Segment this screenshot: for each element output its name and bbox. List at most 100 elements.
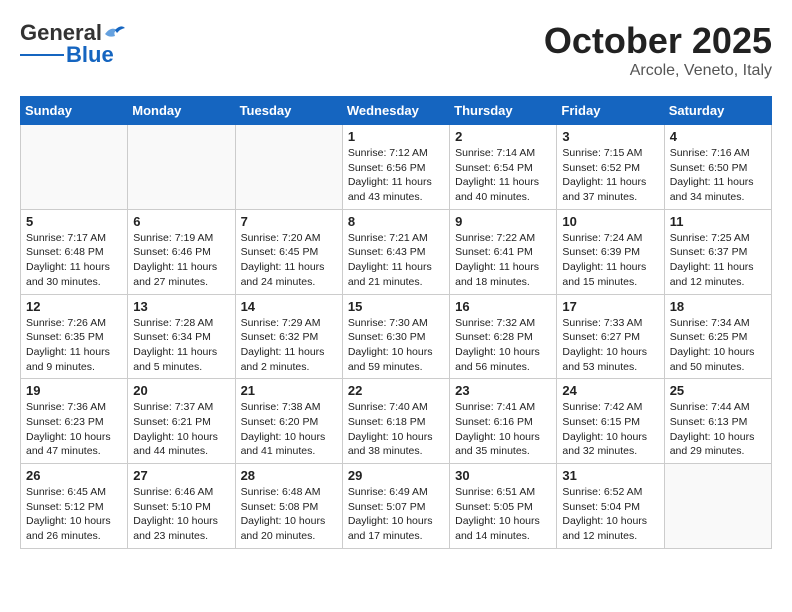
calendar-header-row: SundayMondayTuesdayWednesdayThursdayFrid… xyxy=(21,97,772,125)
calendar-cell: 20 Sunrise: 7:37 AM Sunset: 6:21 PM Dayli… xyxy=(128,379,235,464)
day-number: 20 xyxy=(133,383,229,398)
day-info: Sunrise: 7:16 AM Sunset: 6:50 PM Dayligh… xyxy=(670,146,766,205)
day-number: 27 xyxy=(133,468,229,483)
day-info: Sunrise: 7:12 AM Sunset: 6:56 PM Dayligh… xyxy=(348,146,444,205)
calendar-cell: 12 Sunrise: 7:26 AM Sunset: 6:35 PM Dayli… xyxy=(21,294,128,379)
calendar-cell: 29 Sunrise: 6:49 AM Sunset: 5:07 PM Dayli… xyxy=(342,464,449,549)
month-title: October 2025 xyxy=(544,20,772,62)
day-info: Sunrise: 7:14 AM Sunset: 6:54 PM Dayligh… xyxy=(455,146,551,205)
calendar-cell: 13 Sunrise: 7:28 AM Sunset: 6:34 PM Dayli… xyxy=(128,294,235,379)
day-info: Sunrise: 7:40 AM Sunset: 6:18 PM Dayligh… xyxy=(348,400,444,459)
calendar-cell xyxy=(664,464,771,549)
day-number: 19 xyxy=(26,383,122,398)
day-info: Sunrise: 6:48 AM Sunset: 5:08 PM Dayligh… xyxy=(241,485,337,544)
day-number: 18 xyxy=(670,299,766,314)
day-info: Sunrise: 7:28 AM Sunset: 6:34 PM Dayligh… xyxy=(133,316,229,375)
day-info: Sunrise: 7:20 AM Sunset: 6:45 PM Dayligh… xyxy=(241,231,337,290)
day-info: Sunrise: 7:17 AM Sunset: 6:48 PM Dayligh… xyxy=(26,231,122,290)
calendar-week-row: 12 Sunrise: 7:26 AM Sunset: 6:35 PM Dayli… xyxy=(21,294,772,379)
logo: General Blue xyxy=(20,20,126,68)
calendar-cell: 17 Sunrise: 7:33 AM Sunset: 6:27 PM Dayli… xyxy=(557,294,664,379)
calendar-cell: 22 Sunrise: 7:40 AM Sunset: 6:18 PM Dayli… xyxy=(342,379,449,464)
day-number: 17 xyxy=(562,299,658,314)
day-info: Sunrise: 7:19 AM Sunset: 6:46 PM Dayligh… xyxy=(133,231,229,290)
calendar-cell: 6 Sunrise: 7:19 AM Sunset: 6:46 PM Daylig… xyxy=(128,209,235,294)
calendar-week-row: 1 Sunrise: 7:12 AM Sunset: 6:56 PM Daylig… xyxy=(21,125,772,210)
calendar-cell: 15Sunrise: 7:30 AM Sunset: 6:30 PM Dayli… xyxy=(342,294,449,379)
calendar-cell xyxy=(235,125,342,210)
calendar-week-row: 5 Sunrise: 7:17 AM Sunset: 6:48 PM Daylig… xyxy=(21,209,772,294)
day-number: 26 xyxy=(26,468,122,483)
day-number: 21 xyxy=(241,383,337,398)
header-sunday: Sunday xyxy=(21,97,128,125)
day-info: Sunrise: 6:52 AM Sunset: 5:04 PM Dayligh… xyxy=(562,485,658,544)
calendar-cell: 18Sunrise: 7:34 AM Sunset: 6:25 PM Dayli… xyxy=(664,294,771,379)
location: Arcole, Veneto, Italy xyxy=(544,62,772,80)
day-info: Sunrise: 7:42 AM Sunset: 6:15 PM Dayligh… xyxy=(562,400,658,459)
day-number: 5 xyxy=(26,214,122,229)
day-info: Sunrise: 6:49 AM Sunset: 5:07 PM Dayligh… xyxy=(348,485,444,544)
logo-blue-text: Blue xyxy=(66,42,114,68)
day-number: 14 xyxy=(241,299,337,314)
day-info: Sunrise: 7:36 AM Sunset: 6:23 PM Dayligh… xyxy=(26,400,122,459)
day-info: Sunrise: 7:22 AM Sunset: 6:41 PM Dayligh… xyxy=(455,231,551,290)
day-number: 4 xyxy=(670,129,766,144)
calendar-cell: 2 Sunrise: 7:14 AM Sunset: 6:54 PM Daylig… xyxy=(450,125,557,210)
calendar-cell xyxy=(128,125,235,210)
header-tuesday: Tuesday xyxy=(235,97,342,125)
logo-bird-icon xyxy=(103,24,125,42)
day-info: Sunrise: 7:38 AM Sunset: 6:20 PM Dayligh… xyxy=(241,400,337,459)
calendar-cell: 21 Sunrise: 7:38 AM Sunset: 6:20 PM Dayli… xyxy=(235,379,342,464)
day-info: Sunrise: 6:45 AM Sunset: 5:12 PM Dayligh… xyxy=(26,485,122,544)
day-number: 12 xyxy=(26,299,122,314)
day-number: 24 xyxy=(562,383,658,398)
calendar-cell xyxy=(21,125,128,210)
header-monday: Monday xyxy=(128,97,235,125)
calendar-cell: 28 Sunrise: 6:48 AM Sunset: 5:08 PM Dayli… xyxy=(235,464,342,549)
calendar-week-row: 19 Sunrise: 7:36 AM Sunset: 6:23 PM Dayli… xyxy=(21,379,772,464)
day-info: Sunrise: 7:41 AM Sunset: 6:16 PM Dayligh… xyxy=(455,400,551,459)
day-info: Sunrise: 7:21 AM Sunset: 6:43 PM Dayligh… xyxy=(348,231,444,290)
calendar-cell: 9 Sunrise: 7:22 AM Sunset: 6:41 PM Daylig… xyxy=(450,209,557,294)
calendar-cell: 7 Sunrise: 7:20 AM Sunset: 6:45 PM Daylig… xyxy=(235,209,342,294)
day-info: Sunrise: 7:32 AM Sunset: 6:28 PM Dayligh… xyxy=(455,316,551,375)
day-number: 8 xyxy=(348,214,444,229)
day-number: 6 xyxy=(133,214,229,229)
calendar-cell: 14Sunrise: 7:29 AM Sunset: 6:32 PM Dayli… xyxy=(235,294,342,379)
header-friday: Friday xyxy=(557,97,664,125)
day-number: 23 xyxy=(455,383,551,398)
calendar-cell: 24 Sunrise: 7:42 AM Sunset: 6:15 PM Dayli… xyxy=(557,379,664,464)
day-info: Sunrise: 7:44 AM Sunset: 6:13 PM Dayligh… xyxy=(670,400,766,459)
calendar-cell: 27 Sunrise: 6:46 AM Sunset: 5:10 PM Dayli… xyxy=(128,464,235,549)
day-number: 30 xyxy=(455,468,551,483)
day-number: 3 xyxy=(562,129,658,144)
day-number: 28 xyxy=(241,468,337,483)
calendar-cell: 10Sunrise: 7:24 AM Sunset: 6:39 PM Dayli… xyxy=(557,209,664,294)
calendar-cell: 25 Sunrise: 7:44 AM Sunset: 6:13 PM Dayli… xyxy=(664,379,771,464)
calendar-cell: 1 Sunrise: 7:12 AM Sunset: 6:56 PM Daylig… xyxy=(342,125,449,210)
day-info: Sunrise: 6:46 AM Sunset: 5:10 PM Dayligh… xyxy=(133,485,229,544)
day-number: 10 xyxy=(562,214,658,229)
day-number: 25 xyxy=(670,383,766,398)
header-wednesday: Wednesday xyxy=(342,97,449,125)
day-number: 22 xyxy=(348,383,444,398)
day-number: 1 xyxy=(348,129,444,144)
day-info: Sunrise: 7:37 AM Sunset: 6:21 PM Dayligh… xyxy=(133,400,229,459)
day-info: Sunrise: 7:25 AM Sunset: 6:37 PM Dayligh… xyxy=(670,231,766,290)
calendar-cell: 8 Sunrise: 7:21 AM Sunset: 6:43 PM Daylig… xyxy=(342,209,449,294)
calendar-cell: 11Sunrise: 7:25 AM Sunset: 6:37 PM Dayli… xyxy=(664,209,771,294)
calendar-cell: 5 Sunrise: 7:17 AM Sunset: 6:48 PM Daylig… xyxy=(21,209,128,294)
day-info: Sunrise: 7:33 AM Sunset: 6:27 PM Dayligh… xyxy=(562,316,658,375)
day-number: 2 xyxy=(455,129,551,144)
calendar-week-row: 26 Sunrise: 6:45 AM Sunset: 5:12 PM Dayli… xyxy=(21,464,772,549)
day-number: 9 xyxy=(455,214,551,229)
day-number: 29 xyxy=(348,468,444,483)
day-number: 15 xyxy=(348,299,444,314)
day-number: 13 xyxy=(133,299,229,314)
day-info: Sunrise: 7:26 AM Sunset: 6:35 PM Dayligh… xyxy=(26,316,122,375)
calendar-cell: 3Sunrise: 7:15 AM Sunset: 6:52 PM Daylig… xyxy=(557,125,664,210)
header-thursday: Thursday xyxy=(450,97,557,125)
calendar-cell: 19 Sunrise: 7:36 AM Sunset: 6:23 PM Dayli… xyxy=(21,379,128,464)
calendar-cell: 4 Sunrise: 7:16 AM Sunset: 6:50 PM Daylig… xyxy=(664,125,771,210)
day-number: 7 xyxy=(241,214,337,229)
